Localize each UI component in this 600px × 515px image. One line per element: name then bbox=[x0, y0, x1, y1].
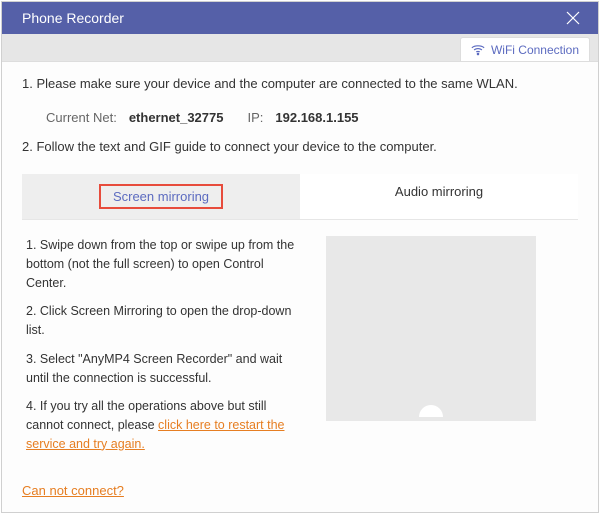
toolbar: WiFi Connection bbox=[2, 34, 598, 62]
close-button[interactable] bbox=[562, 7, 584, 29]
instruction-2: 2. Click Screen Mirroring to open the dr… bbox=[26, 302, 306, 340]
current-net-label: Current Net: bbox=[46, 110, 117, 125]
ip-label: IP: bbox=[247, 110, 263, 125]
loading-icon bbox=[419, 405, 443, 417]
close-icon bbox=[566, 11, 580, 25]
tab-screen-label: Screen mirroring bbox=[99, 184, 223, 209]
wifi-tab-label: WiFi Connection bbox=[491, 43, 579, 57]
step-1-text: 1. Please make sure your device and the … bbox=[22, 74, 578, 94]
wifi-connection-tab[interactable]: WiFi Connection bbox=[460, 37, 590, 61]
instruction-3: 3. Select "AnyMP4 Screen Recorder" and w… bbox=[26, 350, 306, 388]
mirroring-tabs: Screen mirroring Audio mirroring bbox=[22, 174, 578, 220]
tab-audio-mirroring[interactable]: Audio mirroring bbox=[300, 174, 578, 219]
phone-recorder-window: Phone Recorder WiFi Connection 1. Please… bbox=[1, 1, 599, 513]
cannot-connect-link[interactable]: Can not connect? bbox=[22, 483, 124, 498]
current-net-value: ethernet_32775 bbox=[129, 110, 224, 125]
wifi-icon bbox=[471, 43, 485, 57]
tab-screen-mirroring[interactable]: Screen mirroring bbox=[22, 174, 300, 219]
tab-audio-label: Audio mirroring bbox=[395, 184, 483, 199]
ip-value: 192.168.1.155 bbox=[275, 110, 358, 125]
content-area: 1. Please make sure your device and the … bbox=[2, 62, 598, 477]
titlebar: Phone Recorder bbox=[2, 2, 598, 34]
gif-placeholder bbox=[326, 236, 536, 421]
window-title: Phone Recorder bbox=[22, 10, 124, 26]
instruction-4: 4. If you try all the operations above b… bbox=[26, 397, 306, 453]
footer: Can not connect? bbox=[2, 477, 598, 512]
step-2-text: 2. Follow the text and GIF guide to conn… bbox=[22, 137, 578, 157]
instructions-text: 1. Swipe down from the top or swipe up f… bbox=[26, 236, 306, 469]
network-info: Current Net: ethernet_32775 IP: 192.168.… bbox=[46, 110, 578, 125]
instruction-1: 1. Swipe down from the top or swipe up f… bbox=[26, 236, 306, 292]
instructions-area: 1. Swipe down from the top or swipe up f… bbox=[22, 220, 578, 469]
